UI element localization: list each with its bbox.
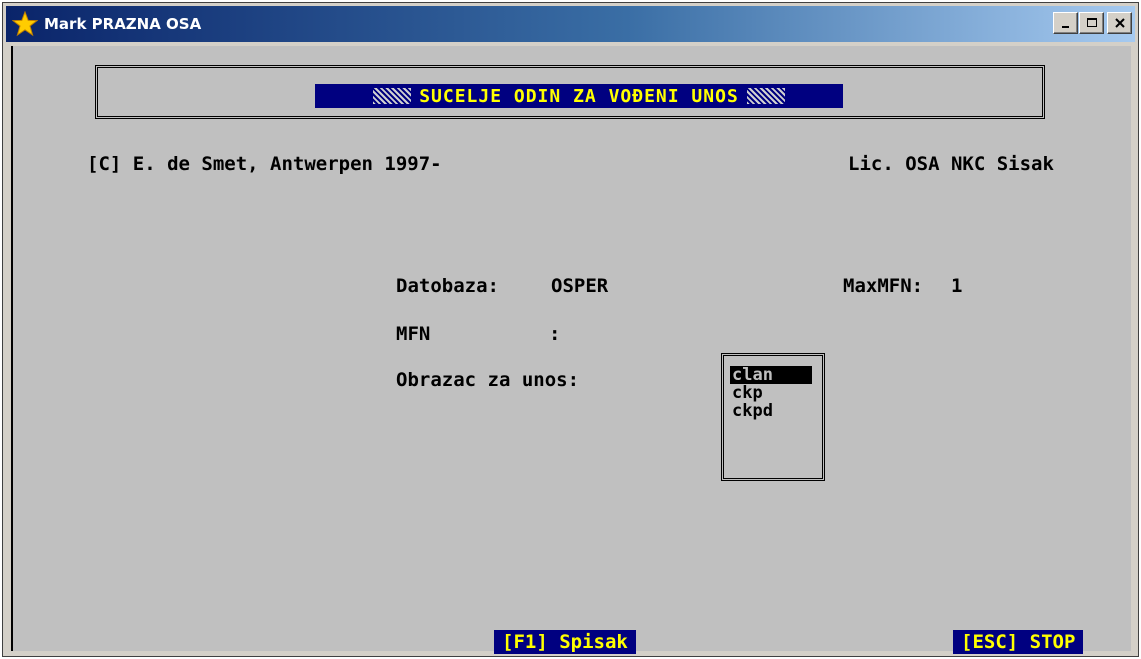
shade-block-right — [746, 88, 785, 104]
esc-stop-button[interactable]: [ESC] STOP — [953, 630, 1084, 654]
banner-title: SUCELJE ODIN ZA VOĐENI UNOS — [315, 84, 843, 108]
database-label: Datobaza: — [396, 275, 499, 297]
license-text: Lic. OSA NKC Sisak — [848, 153, 1054, 175]
window-title: Mark PRAZNA OSA — [44, 15, 202, 33]
minimize-button[interactable] — [1053, 12, 1078, 34]
form-label: Obrazac za unos: — [396, 368, 579, 392]
minimize-icon — [1060, 17, 1072, 29]
mfn-label: MFN — [396, 323, 431, 345]
maximize-button[interactable] — [1079, 12, 1104, 34]
form-option-ckp[interactable]: ckp — [730, 384, 812, 402]
form-label-text: Obrazac za unos: — [396, 369, 580, 391]
application-window: Mark PRAZNA OSA SUCELJE ODIN ZA VOĐENI U… — [2, 2, 1139, 657]
form-option-ckpd[interactable]: ckpd — [730, 402, 812, 420]
maximize-icon — [1086, 17, 1098, 29]
close-button[interactable] — [1107, 12, 1132, 34]
form-option-clan[interactable]: clan — [730, 366, 812, 384]
database-value: OSPER — [551, 275, 609, 297]
star-icon — [11, 10, 39, 37]
maxmfn-label: MaxMFN: — [843, 275, 924, 297]
close-icon — [1114, 17, 1126, 29]
mfn-input[interactable]: : — [549, 322, 560, 346]
title-bar[interactable]: Mark PRAZNA OSA — [6, 6, 1135, 42]
copyright-text: [C] E. de Smet, Antwerpen 1997- — [87, 153, 442, 175]
f1-list-button[interactable]: [F1] Spisak — [494, 630, 636, 654]
maxmfn-value: 1 — [951, 275, 963, 297]
shade-block-left — [373, 88, 412, 104]
console-area: SUCELJE ODIN ZA VOĐENI UNOS [C] E. de Sm… — [11, 46, 1131, 654]
console-left-edge — [11, 46, 13, 651]
banner-text: SUCELJE ODIN ZA VOĐENI UNOS — [419, 85, 739, 107]
form-listbox[interactable]: clan ckp ckpd — [721, 353, 825, 481]
